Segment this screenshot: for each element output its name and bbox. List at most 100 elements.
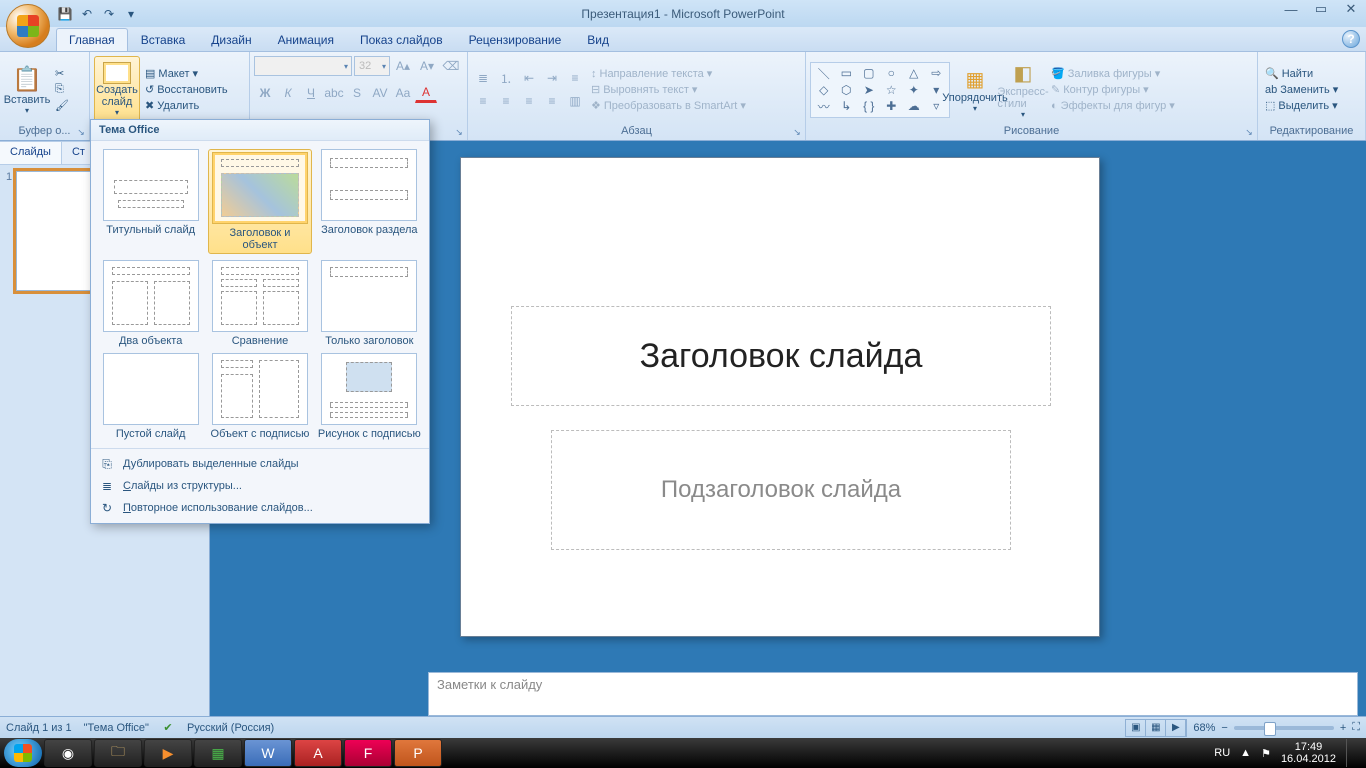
indent-dec-icon[interactable]: ⇤ <box>518 68 540 88</box>
align-left-icon[interactable]: ≡ <box>472 91 494 111</box>
gallery-menu-item[interactable]: ⎘Дублировать выделенные слайды <box>91 453 429 475</box>
shape-fill-button[interactable]: 🪣Заливка фигуры ▾ <box>1048 66 1178 81</box>
font-color-button[interactable]: A <box>415 83 437 103</box>
dialog-launcher-icon[interactable]: ↘ <box>453 126 465 138</box>
layout-option[interactable]: Заголовок и объект <box>208 149 311 254</box>
shape-plus-icon[interactable]: ✚ <box>881 98 903 115</box>
shape-diamond-icon[interactable]: ◇ <box>813 83 835 97</box>
layout-option[interactable]: Заголовок раздела <box>318 149 421 254</box>
zoom-slider[interactable] <box>1234 726 1334 730</box>
replace-button[interactable]: abЗаменить ▾ <box>1262 82 1341 97</box>
dialog-launcher-icon[interactable]: ↘ <box>791 126 803 138</box>
close-button[interactable]: ✕ <box>1336 0 1366 18</box>
save-icon[interactable]: 💾 <box>56 5 74 23</box>
zoom-level[interactable]: 68% <box>1193 722 1215 734</box>
taskbar-powerpoint[interactable]: P <box>394 739 442 767</box>
columns-icon[interactable]: ▥ <box>564 91 586 111</box>
grow-font-icon[interactable]: A▴ <box>392 56 414 76</box>
undo-icon[interactable]: ↶ <box>78 5 96 23</box>
cut-button[interactable]: ✂ <box>52 66 72 81</box>
smartart-button[interactable]: ❖Преобразовать в SmartArt ▾ <box>588 98 749 113</box>
title-placeholder[interactable]: Заголовок слайда <box>511 306 1051 406</box>
shape-star-icon[interactable]: ☆ <box>881 83 903 97</box>
format-painter-button[interactable]: 🖌 <box>52 98 72 113</box>
shape-oval-icon[interactable]: ○ <box>881 65 903 82</box>
tab-animation[interactable]: Анимация <box>265 28 347 51</box>
zoom-out-icon[interactable]: − <box>1221 722 1227 734</box>
start-button[interactable] <box>4 739 42 767</box>
shape-effects-button[interactable]: ◐Эффекты для фигур ▾ <box>1048 98 1178 113</box>
slide-canvas[interactable]: Заголовок слайда Подзаголовок слайда <box>460 157 1100 637</box>
align-text-button[interactable]: ⊟Выровнять текст ▾ <box>588 82 749 97</box>
bullets-icon[interactable]: ≣ <box>472 68 494 88</box>
find-button[interactable]: 🔍Найти <box>1262 66 1341 81</box>
show-desktop-button[interactable] <box>1346 739 1356 767</box>
layout-option[interactable]: Рисунок с подписью <box>318 353 421 440</box>
layout-option[interactable]: Титульный слайд <box>99 149 202 254</box>
reset-button[interactable]: ↺Восстановить <box>142 82 231 97</box>
normal-view-icon[interactable]: ▣ <box>1126 720 1146 736</box>
shape-curve-icon[interactable]: 〰 <box>813 98 835 115</box>
align-right-icon[interactable]: ≡ <box>518 91 540 111</box>
tab-design[interactable]: Дизайн <box>198 28 264 51</box>
status-language[interactable]: Русский (Россия) <box>187 722 274 734</box>
layout-option[interactable]: Объект с подписью <box>208 353 311 440</box>
notes-pane[interactable]: Заметки к слайду <box>428 672 1358 716</box>
gallery-menu-item[interactable]: ↻Повторное использование слайдов... <box>91 497 429 519</box>
tab-insert[interactable]: Вставка <box>128 28 199 51</box>
strike-button[interactable]: abc <box>323 83 345 103</box>
pane-tab-slides[interactable]: Слайды <box>0 141 62 164</box>
shape-hexagon-icon[interactable]: ⬡ <box>836 83 858 97</box>
indent-inc-icon[interactable]: ⇥ <box>541 68 563 88</box>
new-slide-button[interactable]: Создать слайд ▾ <box>94 56 140 124</box>
shapes-gallery[interactable]: ＼▭▢○△⇨ ◇⬡➤☆✦▾ 〰↳{ }✚☁▿ <box>810 62 950 118</box>
shape-outline-button[interactable]: ✎Контур фигуры ▾ <box>1048 82 1178 97</box>
qat-more-icon[interactable]: ▾ <box>122 5 140 23</box>
layout-option[interactable]: Два объекта <box>99 260 202 347</box>
tab-review[interactable]: Рецензирование <box>456 28 575 51</box>
clear-format-icon[interactable]: ⌫ <box>440 56 462 76</box>
shape-roundrect-icon[interactable]: ▢ <box>858 65 880 82</box>
tab-home[interactable]: Главная <box>56 28 128 51</box>
office-button[interactable] <box>6 4 50 48</box>
tab-slideshow[interactable]: Показ слайдов <box>347 28 456 51</box>
spacing-button[interactable]: AV <box>369 83 391 103</box>
layout-option[interactable]: Сравнение <box>208 260 311 347</box>
select-button[interactable]: ⬚Выделить ▾ <box>1262 98 1341 113</box>
shape-triangle-icon[interactable]: △ <box>903 65 925 82</box>
layout-option[interactable]: Пустой слайд <box>99 353 202 440</box>
underline-button[interactable]: Ч <box>300 83 322 103</box>
shape-cloud-icon[interactable]: ☁ <box>903 98 925 115</box>
shape-connector-icon[interactable]: ↳ <box>836 98 858 115</box>
taskbar-wmp[interactable]: ▶ <box>144 739 192 767</box>
bold-button[interactable]: Ж <box>254 83 276 103</box>
delete-slide-button[interactable]: ✖Удалить <box>142 98 231 113</box>
tab-view[interactable]: Вид <box>574 28 622 51</box>
align-justify-icon[interactable]: ≡ <box>541 91 563 111</box>
font-size-combo[interactable]: 32 <box>354 56 390 76</box>
tray-flag-icon[interactable]: ▲ <box>1240 747 1251 759</box>
minimize-button[interactable]: — <box>1276 0 1306 18</box>
shrink-font-icon[interactable]: A▾ <box>416 56 438 76</box>
taskbar-app2[interactable]: F <box>344 739 392 767</box>
dialog-launcher-icon[interactable]: ↘ <box>75 126 87 138</box>
numbering-icon[interactable]: ⒈ <box>495 68 517 88</box>
copy-button[interactable]: ⎘ <box>52 82 72 97</box>
paste-button[interactable]: 📋 Вставить ▾ <box>4 56 50 124</box>
line-spacing-icon[interactable]: ≡ <box>564 68 586 88</box>
shape-callout-icon[interactable]: ✦ <box>903 83 925 97</box>
italic-button[interactable]: К <box>277 83 299 103</box>
shape-rect-icon[interactable]: ▭ <box>836 65 858 82</box>
case-button[interactable]: Aa <box>392 83 414 103</box>
shape-line-icon[interactable]: ＼ <box>813 65 835 82</box>
tray-lang[interactable]: RU <box>1214 747 1230 759</box>
spellcheck-icon[interactable]: ✔ <box>161 721 175 735</box>
shadow-button[interactable]: S <box>346 83 368 103</box>
taskbar-app1[interactable]: ▦ <box>194 739 242 767</box>
tray-action-icon[interactable]: ⚑ <box>1261 747 1271 760</box>
arrange-button[interactable]: ▦ Упорядочить▾ <box>952 56 998 124</box>
shape-brace-icon[interactable]: { } <box>858 98 880 115</box>
taskbar-word[interactable]: W <box>244 739 292 767</box>
fit-window-icon[interactable]: ⛶ <box>1352 721 1360 734</box>
subtitle-placeholder[interactable]: Подзаголовок слайда <box>551 430 1011 550</box>
